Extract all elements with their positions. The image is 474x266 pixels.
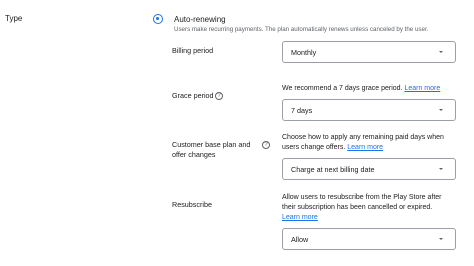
base-plan-changes-label: Customer base plan and offer changes (172, 140, 250, 160)
help-icon[interactable]: ? (215, 92, 223, 100)
base-plan-changes-value: Charge at next billing date (291, 165, 375, 174)
base-plan-changes-learn-more-link[interactable]: Learn more (347, 144, 383, 151)
base-plan-changes-select[interactable]: Charge at next billing date (282, 158, 456, 180)
billing-period-select[interactable]: Monthly (282, 41, 456, 63)
grace-period-label: Grace period (172, 91, 214, 100)
resubscribe-value: Allow (291, 235, 309, 244)
grace-period-learn-more-link[interactable]: Learn more (404, 85, 440, 92)
base-plan-changes-label-line2: offer changes (172, 150, 216, 159)
help-icon[interactable]: ? (262, 141, 270, 149)
grace-period-hint: We recommend a 7 days grace period. Lear… (282, 84, 462, 94)
grace-period-hint-text: We recommend a 7 days grace period. (282, 85, 403, 92)
auto-renewing-description: Users make recurring payments. The plan … (174, 26, 429, 33)
auto-renewing-radio[interactable] (153, 14, 163, 24)
resubscribe-label: Resubscribe (172, 200, 212, 209)
grace-period-select[interactable]: 7 days (282, 99, 456, 121)
base-plan-changes-hint-text: users change offers. (282, 144, 346, 151)
grace-period-value: 7 days (291, 106, 313, 115)
type-section-label: Type (5, 14, 23, 23)
resubscribe-hint-line1: Allow users to resubscribe from the Play… (282, 194, 442, 201)
resubscribe-learn-more-link[interactable]: Learn more (282, 214, 318, 221)
billing-period-value: Monthly (291, 48, 317, 57)
chevron-down-icon (439, 51, 443, 53)
resubscribe-hint: Allow users to resubscribe from the Play… (282, 193, 462, 223)
subscription-base-plan-settings: Type Auto-renewing Users make recurring … (0, 0, 474, 266)
resubscribe-hint-line2: their subscription has been cancelled or… (282, 204, 433, 211)
chevron-down-icon (439, 238, 443, 240)
billing-period-label: Billing period (172, 46, 214, 55)
base-plan-changes-hint-line2: users change offers. Learn more (282, 143, 462, 153)
chevron-down-icon (439, 168, 443, 170)
base-plan-changes-hint-line1: Choose how to apply any remaining paid d… (282, 134, 444, 141)
resubscribe-select[interactable]: Allow (282, 228, 456, 250)
base-plan-changes-label-line1: Customer base plan and (172, 140, 251, 149)
chevron-down-icon (439, 109, 443, 111)
auto-renewing-label[interactable]: Auto-renewing (174, 15, 226, 24)
base-plan-changes-hint: Choose how to apply any remaining paid d… (282, 133, 462, 153)
